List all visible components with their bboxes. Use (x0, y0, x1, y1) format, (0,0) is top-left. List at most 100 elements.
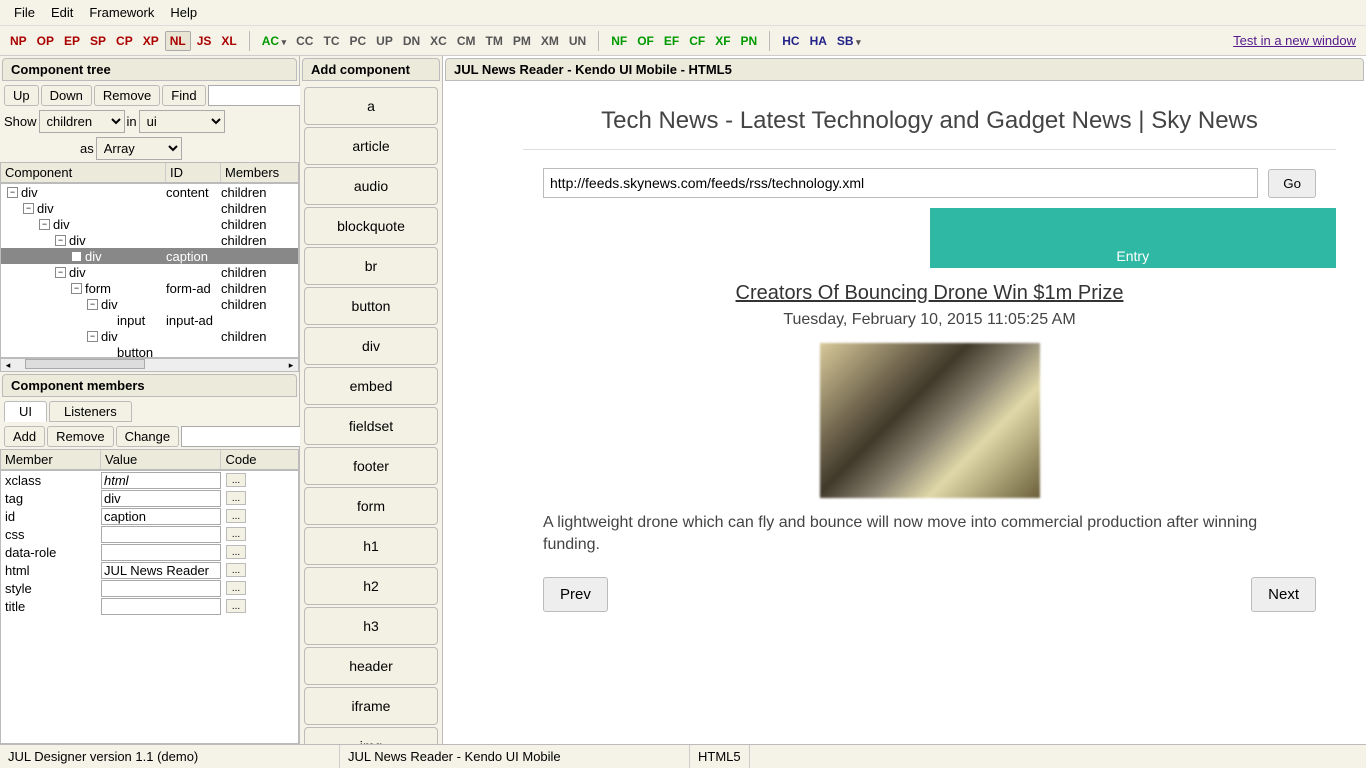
tree-up-button[interactable]: Up (4, 85, 39, 106)
toolbar-of[interactable]: OF (633, 32, 658, 50)
add-item-img[interactable]: img (304, 727, 438, 744)
scroll-thumb[interactable] (25, 359, 145, 369)
twisty-icon[interactable]: − (23, 203, 34, 214)
toolbar-nf[interactable]: NF (607, 32, 631, 50)
go-button[interactable]: Go (1268, 169, 1316, 198)
article-headline[interactable]: Creators Of Bouncing Drone Win $1m Prize (523, 282, 1336, 305)
toolbar-tm[interactable]: TM (482, 32, 507, 50)
tree-row[interactable]: −divchildren (1, 232, 298, 248)
member-value-input[interactable] (101, 562, 221, 579)
tree-row[interactable]: −divchildren (1, 296, 298, 312)
menu-edit[interactable]: Edit (43, 3, 81, 22)
scroll-right-icon[interactable]: ▸ (284, 359, 298, 371)
twisty-icon[interactable]: − (87, 299, 98, 310)
add-list[interactable]: aarticleaudioblockquotebrbuttondivembedf… (300, 83, 442, 744)
add-item-blockquote[interactable]: blockquote (304, 207, 438, 245)
toolbar-un[interactable]: UN (565, 32, 590, 50)
tree-hscroll[interactable]: ◂ ▸ (0, 358, 299, 372)
member-code-button[interactable]: ... (226, 581, 246, 595)
tree-row[interactable]: −formform-adchildren (1, 280, 298, 296)
tree-row[interactable]: −divchildren (1, 328, 298, 344)
toolbar-pn[interactable]: PN (737, 32, 762, 50)
toolbar-hc[interactable]: HC (778, 32, 803, 50)
toolbar-np[interactable]: NP (6, 32, 31, 50)
prev-button[interactable]: Prev (543, 577, 608, 612)
twisty-icon[interactable]: − (39, 219, 50, 230)
tree-down-button[interactable]: Down (41, 85, 92, 106)
member-code-button[interactable]: ... (226, 527, 246, 541)
member-code-button[interactable]: ... (226, 491, 246, 505)
member-value-input[interactable] (101, 508, 221, 525)
add-item-audio[interactable]: audio (304, 167, 438, 205)
tree-row[interactable]: −divchildren (1, 216, 298, 232)
add-item-br[interactable]: br (304, 247, 438, 285)
add-item-h1[interactable]: h1 (304, 527, 438, 565)
add-item-fieldset[interactable]: fieldset (304, 407, 438, 445)
menu-help[interactable]: Help (162, 3, 205, 22)
twisty-icon[interactable]: − (71, 283, 82, 294)
toolbar-sp[interactable]: SP (86, 32, 110, 50)
tree-row[interactable]: −divcontentchildren (1, 184, 298, 200)
toolbar-dn[interactable]: DN (399, 32, 424, 50)
member-code-button[interactable]: ... (226, 509, 246, 523)
feed-url-input[interactable] (543, 168, 1258, 198)
twisty-icon[interactable] (103, 347, 114, 358)
add-item-div[interactable]: div (304, 327, 438, 365)
tab-ui[interactable]: UI (4, 401, 47, 422)
add-item-button[interactable]: button (304, 287, 438, 325)
add-item-h2[interactable]: h2 (304, 567, 438, 605)
twisty-icon[interactable]: − (87, 331, 98, 342)
toolbar-ha[interactable]: HA (806, 32, 831, 50)
add-item-h3[interactable]: h3 (304, 607, 438, 645)
test-link[interactable]: Test in a new window (1233, 33, 1356, 48)
scroll-track[interactable] (15, 359, 284, 371)
show-select[interactable]: children (39, 110, 125, 133)
member-code-button[interactable]: ... (226, 599, 246, 613)
twisty-icon[interactable] (103, 315, 114, 326)
twisty-icon[interactable]: − (71, 251, 82, 262)
toolbar-ep[interactable]: EP (60, 32, 84, 50)
members-add-button[interactable]: Add (4, 426, 45, 447)
in-select[interactable]: ui (139, 110, 225, 133)
member-value-input[interactable] (101, 490, 221, 507)
col-code[interactable]: Code (221, 450, 261, 469)
member-code-button[interactable]: ... (226, 473, 246, 487)
twisty-icon[interactable]: − (7, 187, 18, 198)
member-value-input[interactable] (101, 526, 221, 543)
tab-listeners[interactable]: Listeners (49, 401, 132, 422)
toolbar-up[interactable]: UP (372, 32, 397, 50)
toolbar-pc[interactable]: PC (345, 32, 370, 50)
col-id[interactable]: ID (166, 163, 221, 182)
add-item-header[interactable]: header (304, 647, 438, 685)
toolbar-pm[interactable]: PM (509, 32, 535, 50)
tree-row[interactable]: −divchildren (1, 264, 298, 280)
add-item-footer[interactable]: footer (304, 447, 438, 485)
member-value-input[interactable] (101, 598, 221, 615)
add-item-a[interactable]: a (304, 87, 438, 125)
tree-row[interactable]: −divcaption (1, 248, 298, 264)
toolbar-xl[interactable]: XL (217, 32, 240, 50)
member-value-input[interactable] (101, 472, 221, 489)
menu-framework[interactable]: Framework (81, 3, 162, 22)
toolbar-op[interactable]: OP (33, 32, 58, 50)
toolbar-sb[interactable]: SB (833, 32, 865, 50)
as-select[interactable]: Array (96, 137, 182, 160)
toolbar-tc[interactable]: TC (319, 32, 343, 50)
toolbar-cp[interactable]: CP (112, 32, 137, 50)
add-item-iframe[interactable]: iframe (304, 687, 438, 725)
toolbar-xm[interactable]: XM (537, 32, 563, 50)
entry-block[interactable]: Entry (930, 208, 1337, 268)
twisty-icon[interactable]: − (55, 267, 66, 278)
tree-row[interactable]: −divchildren (1, 200, 298, 216)
toolbar-xf[interactable]: XF (711, 32, 734, 50)
toolbar-ef[interactable]: EF (660, 32, 683, 50)
members-change-button[interactable]: Change (116, 426, 180, 447)
menu-file[interactable]: File (6, 3, 43, 22)
toolbar-js[interactable]: JS (193, 32, 216, 50)
scroll-left-icon[interactable]: ◂ (1, 359, 15, 371)
toolbar-cf[interactable]: CF (685, 32, 709, 50)
tree-row[interactable]: inputinput-ad (1, 312, 298, 328)
toolbar-xp[interactable]: XP (139, 32, 163, 50)
next-button[interactable]: Next (1251, 577, 1316, 612)
col-members[interactable]: Members (221, 163, 298, 182)
